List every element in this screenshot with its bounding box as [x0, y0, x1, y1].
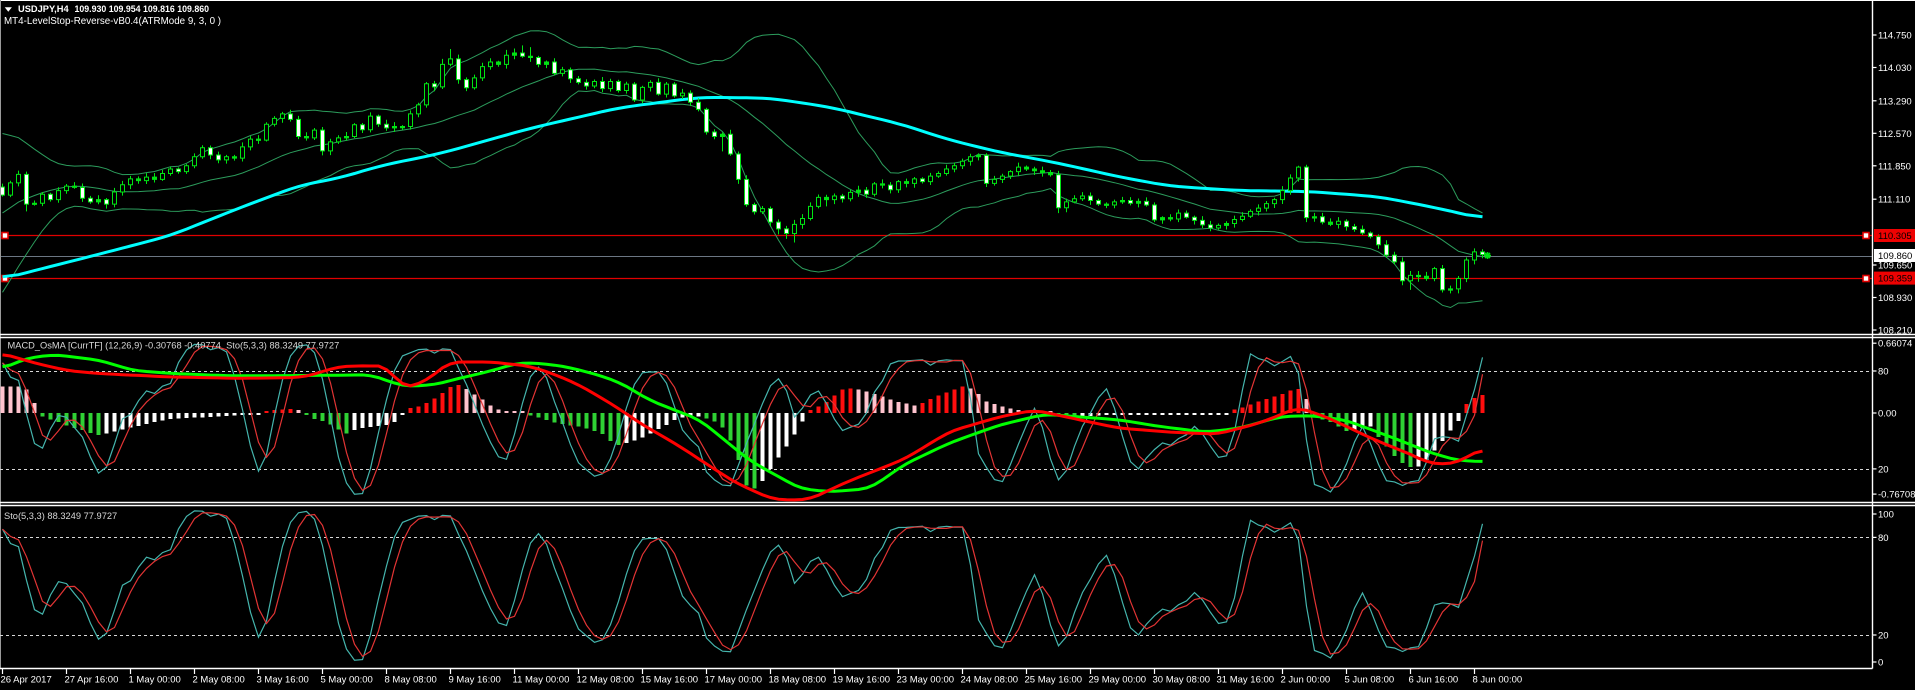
svg-text:9 May 16:00: 9 May 16:00: [449, 675, 501, 686]
svg-text:2 Jun 00:00: 2 Jun 00:00: [1281, 675, 1331, 686]
svg-text:20: 20: [1878, 464, 1889, 475]
svg-text:0.66074: 0.66074: [1878, 339, 1912, 350]
svg-text:19 May 16:00: 19 May 16:00: [833, 675, 891, 686]
svg-text:0.00: 0.00: [1878, 409, 1897, 420]
svg-text:26 Apr 2017: 26 Apr 2017: [1, 675, 52, 686]
svg-text:6 Jun 16:00: 6 Jun 16:00: [1409, 675, 1459, 686]
svg-text:8 May 08:00: 8 May 08:00: [385, 675, 437, 686]
svg-text:1 May 00:00: 1 May 00:00: [129, 675, 181, 686]
svg-text:114.750: 114.750: [1878, 31, 1912, 42]
svg-text:108.930: 108.930: [1878, 293, 1912, 304]
svg-text:110.305: 110.305: [1878, 231, 1912, 242]
svg-text:MT4-LevelStop-Reverse-vB0.4(AT: MT4-LevelStop-Reverse-vB0.4(ATRMode 9, 3…: [4, 16, 221, 27]
svg-text:17 May 00:00: 17 May 00:00: [705, 675, 763, 686]
svg-text:5 May 00:00: 5 May 00:00: [321, 675, 373, 686]
svg-text:2 May 08:00: 2 May 08:00: [193, 675, 245, 686]
svg-text:24 May 08:00: 24 May 08:00: [961, 675, 1019, 686]
svg-text:0: 0: [1878, 658, 1883, 669]
svg-text:80: 80: [1878, 367, 1889, 378]
svg-text:112.570: 112.570: [1878, 129, 1912, 140]
svg-text:29 May 00:00: 29 May 00:00: [1089, 675, 1147, 686]
svg-text:109.930 109.954 109.816 109.86: 109.930 109.954 109.816 109.860: [75, 4, 210, 14]
svg-text:80: 80: [1878, 533, 1889, 544]
svg-text:113.290: 113.290: [1878, 96, 1912, 107]
svg-text:Sto(5,3,3) 88.3249 77.9727: Sto(5,3,3) 88.3249 77.9727: [4, 511, 117, 521]
svg-text:-0.76708: -0.76708: [1878, 490, 1915, 501]
svg-text:109.860: 109.860: [1878, 251, 1912, 262]
svg-text:111.110: 111.110: [1878, 195, 1910, 206]
svg-text:109.650: 109.650: [1878, 261, 1912, 272]
svg-text:15 May 16:00: 15 May 16:00: [641, 675, 699, 686]
svg-text:18 May 08:00: 18 May 08:00: [769, 675, 827, 686]
svg-text:11 May 00:00: 11 May 00:00: [513, 675, 570, 686]
svg-text:MACD_OsMA [CurrTF] (12,26,9) -: MACD_OsMA [CurrTF] (12,26,9) -0.30768 -0…: [8, 341, 340, 351]
svg-text:109.359: 109.359: [1878, 274, 1912, 285]
svg-text:27 Apr 16:00: 27 Apr 16:00: [65, 675, 119, 686]
svg-text:20: 20: [1878, 631, 1889, 642]
svg-text:108.210: 108.210: [1878, 326, 1912, 337]
svg-text:31 May 16:00: 31 May 16:00: [1217, 675, 1275, 686]
svg-text:114.030: 114.030: [1878, 63, 1912, 74]
svg-text:23 May 00:00: 23 May 00:00: [897, 675, 955, 686]
svg-text:30 May 08:00: 30 May 08:00: [1153, 675, 1211, 686]
svg-text:5 Jun 08:00: 5 Jun 08:00: [1345, 675, 1395, 686]
svg-text:USDJPY,H4: USDJPY,H4: [18, 4, 69, 14]
svg-text:12 May 08:00: 12 May 08:00: [577, 675, 635, 686]
svg-text:100: 100: [1878, 510, 1894, 521]
svg-text:8 Jun 00:00: 8 Jun 00:00: [1473, 675, 1523, 686]
svg-text:111.850: 111.850: [1878, 161, 1911, 172]
svg-text:25 May 16:00: 25 May 16:00: [1025, 675, 1083, 686]
svg-text:3 May 16:00: 3 May 16:00: [257, 675, 309, 686]
